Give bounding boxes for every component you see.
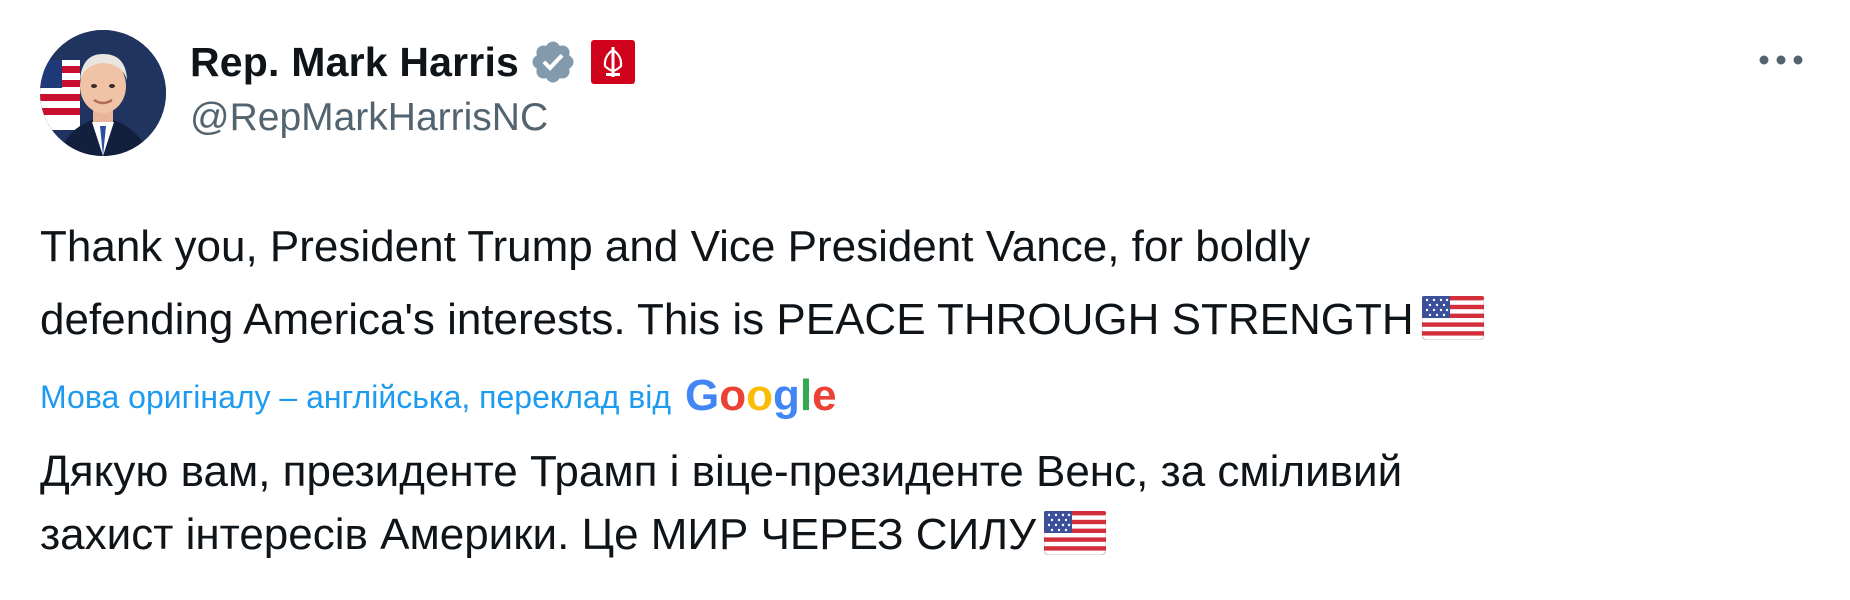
house-seal-icon[interactable] (591, 40, 636, 84)
svg-text:Google: Google (685, 372, 835, 420)
translated-text: Дякую вам, президенте Трамп і віце-прези… (40, 440, 1820, 566)
us-flag-icon (1043, 509, 1107, 556)
translation-label[interactable]: Мова оригіналу – англійська, переклад ві… (40, 379, 671, 416)
us-flag-icon (1421, 289, 1485, 341)
author-name-row: Rep. Mark Harris (190, 32, 636, 92)
translated-line-2: захист інтересів Америки. Це МИР ЧЕРЕЗ С… (40, 503, 1820, 566)
tweet-line-2: defending America's interests. This is P… (40, 283, 1820, 356)
tweet-line-2-text: defending America's interests. This is P… (40, 295, 1414, 344)
tweet-line-1: Thank you, President Trump and Vice Pres… (40, 222, 1311, 271)
translated-line-2-text: захист інтересів Америки. Це МИР ЧЕРЕЗ С… (40, 510, 1037, 559)
profile-photo (40, 30, 166, 156)
google-logo: Google (685, 372, 835, 420)
translation-attribution[interactable]: Мова оригіналу – англійська, переклад ві… (40, 372, 835, 422)
more-options-button[interactable] (1752, 40, 1810, 80)
tweet-text: Thank you, President Trump and Vice Pres… (40, 210, 1820, 356)
translated-line-1: Дякую вам, президенте Трамп і віце-прези… (40, 447, 1403, 496)
author-handle[interactable]: @RepMarkHarrisNC (190, 96, 548, 140)
more-dots-icon (1759, 55, 1803, 65)
avatar[interactable] (40, 30, 166, 156)
author-display-name[interactable]: Rep. Mark Harris (190, 39, 519, 86)
verified-badge-icon[interactable] (529, 38, 577, 86)
